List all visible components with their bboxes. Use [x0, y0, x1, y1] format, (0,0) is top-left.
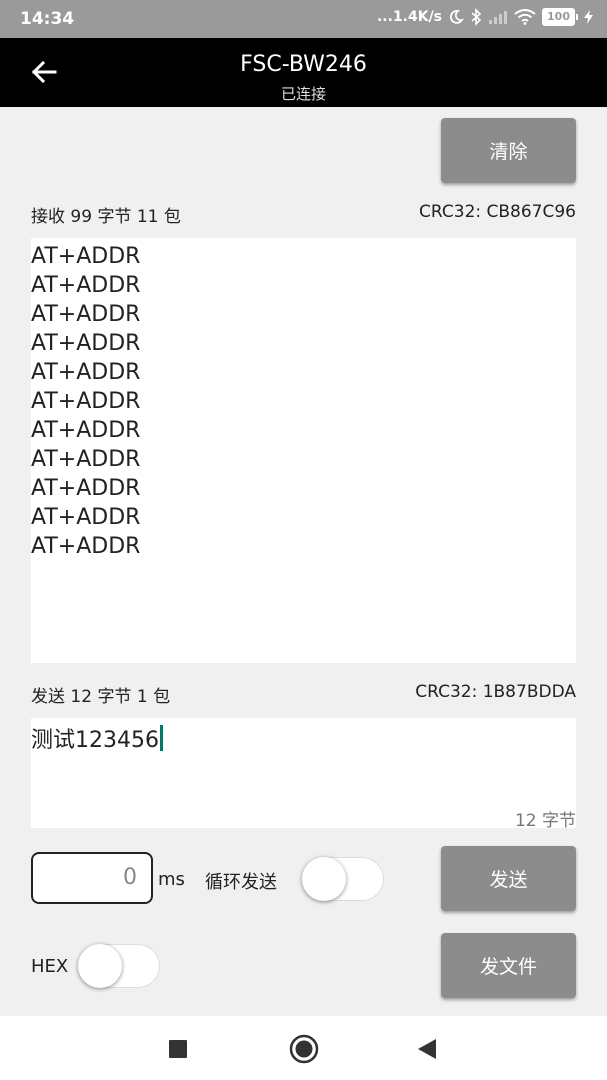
- toggle-knob: [302, 857, 346, 901]
- hex-label: HEX: [31, 956, 69, 977]
- signal-icon: [489, 11, 508, 24]
- receive-lines: AT+ADDR AT+ADDR AT+ADDR AT+ADDR AT+ADDR AT+AD…: [31, 238, 576, 561]
- app-bar: FSC-BW246 已连接: [0, 38, 607, 107]
- bluetooth-icon: [471, 8, 482, 26]
- send-text: 测试123456: [31, 728, 159, 753]
- square-icon[interactable]: [168, 1039, 188, 1059]
- receive-line: AT+ADDR: [31, 476, 141, 501]
- receive-stats: 接收 99 字节 11 包: [31, 207, 181, 227]
- receive-line: AT+ADDR: [31, 302, 141, 327]
- wifi-icon: [514, 9, 536, 25]
- send-byte-count: 12 字节: [514, 811, 576, 831]
- interval-input[interactable]: 0: [31, 852, 153, 904]
- receive-line: AT+ADDR: [31, 418, 141, 443]
- interval-unit: ms: [158, 869, 185, 890]
- send-stats: 发送 12 字节 1 包: [31, 687, 171, 707]
- moon-icon: [450, 10, 464, 24]
- receive-crc: CRC32: CB867C96: [419, 202, 576, 222]
- send-input[interactable]: 测试123456 12 字节: [31, 718, 576, 831]
- receive-panel[interactable]: AT+ADDR AT+ADDR AT+ADDR AT+ADDR AT+ADDR AT+AD…: [31, 238, 576, 663]
- battery-level: 100: [542, 8, 575, 26]
- device-title: FSC-BW246: [240, 52, 367, 77]
- battery-icon: 100: [542, 8, 578, 26]
- send-button[interactable]: 发送: [441, 846, 576, 911]
- hex-toggle[interactable]: [78, 944, 160, 988]
- receive-line: AT+ADDR: [31, 505, 141, 530]
- receive-line: AT+ADDR: [31, 273, 141, 298]
- loop-send-toggle[interactable]: [302, 857, 384, 901]
- receive-line: AT+ADDR: [31, 331, 141, 356]
- receive-line: AT+ADDR: [31, 534, 141, 559]
- receive-line: AT+ADDR: [31, 389, 141, 414]
- circle-icon[interactable]: [288, 1033, 320, 1065]
- status-bar: 14:34 ...1.4K/s 100: [0, 0, 607, 38]
- triangle-back-icon[interactable]: [416, 1037, 438, 1061]
- text-cursor: [159, 725, 163, 751]
- status-icons: ...1.4K/s 100: [377, 8, 593, 26]
- network-speed: ...1.4K/s: [376, 9, 443, 25]
- receive-line: AT+ADDR: [31, 244, 141, 269]
- navigation-bar: [0, 1016, 607, 1080]
- toggle-knob: [78, 944, 122, 988]
- send-crc: CRC32: 1B87BDDA: [415, 682, 576, 702]
- receive-line: AT+ADDR: [31, 447, 141, 472]
- send-file-button[interactable]: 发文件: [441, 933, 576, 998]
- status-time: 14:34: [20, 9, 75, 29]
- send-text-wrap: 测试123456: [31, 722, 163, 754]
- receive-line: AT+ADDR: [31, 360, 141, 385]
- loop-send-label: 循环发送: [205, 872, 277, 893]
- charging-icon: [584, 10, 593, 24]
- clear-button[interactable]: 清除: [441, 118, 576, 183]
- connection-status: 已连接: [280, 85, 326, 103]
